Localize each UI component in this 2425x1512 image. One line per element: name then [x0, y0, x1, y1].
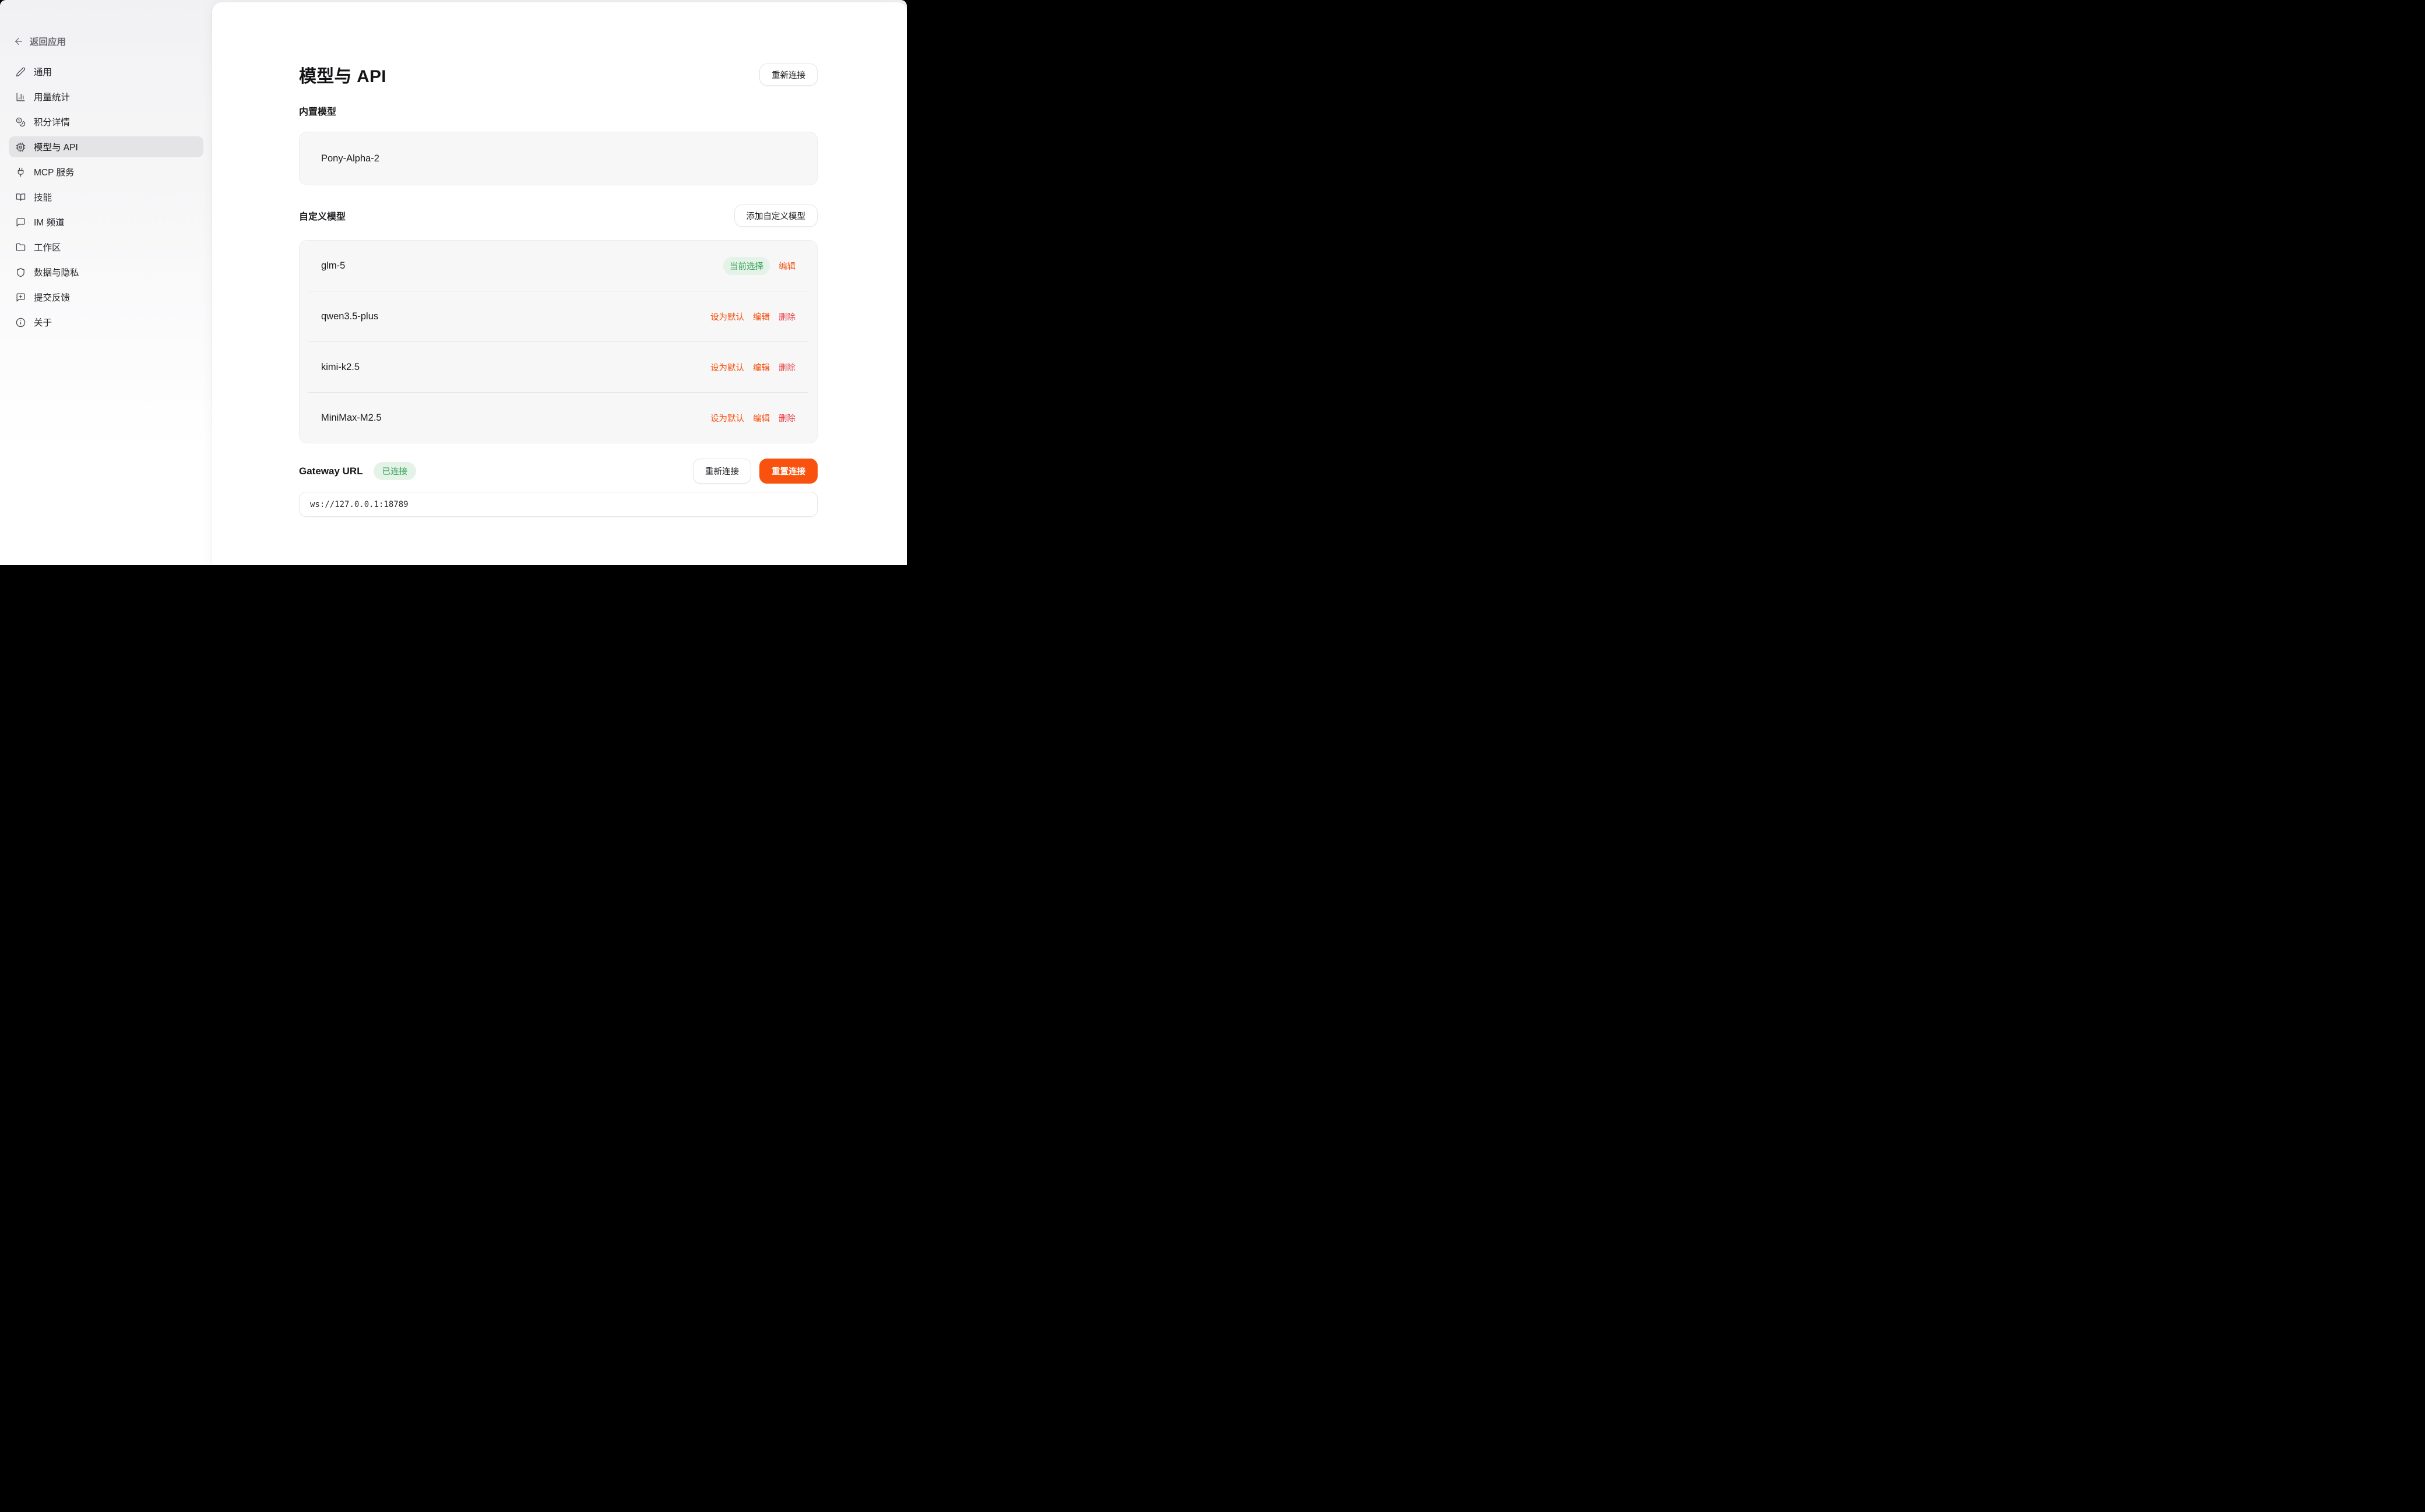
builtin-models-heading: 内置模型	[299, 104, 818, 118]
pencil-icon	[16, 67, 26, 77]
sidebar-nav: 通用 用量统计 积分详情 模型与 API	[9, 61, 203, 333]
sidebar-item-general[interactable]: 通用	[9, 61, 203, 82]
sidebar-item-label: 数据与隐私	[34, 266, 79, 279]
sidebar-item-feedback[interactable]: 提交反馈	[9, 287, 203, 308]
builtin-model-name: Pony-Alpha-2	[321, 153, 379, 164]
sidebar-item-usage-stats[interactable]: 用量统计	[9, 86, 203, 107]
reconnect-button[interactable]: 重新连接	[693, 459, 751, 484]
sidebar-item-label: 用量统计	[34, 90, 70, 103]
sidebar-item-label: MCP 服务	[34, 165, 74, 178]
connected-status-badge: 已连接	[374, 462, 417, 480]
cpu-icon	[16, 142, 26, 152]
message-square-plus-icon	[16, 292, 26, 302]
shield-icon	[16, 267, 26, 277]
sidebar-item-label: 提交反馈	[34, 291, 70, 304]
custom-models-header: 自定义模型 添加自定义模型	[299, 204, 818, 227]
delete-action[interactable]: 删除	[779, 361, 796, 373]
model-name: kimi-k2.5	[321, 362, 360, 373]
info-icon	[16, 318, 26, 327]
back-button[interactable]: 返回应用	[9, 33, 203, 50]
edit-action[interactable]: 编辑	[753, 412, 770, 424]
delete-action[interactable]: 删除	[779, 311, 796, 323]
sidebar-item-label: 积分详情	[34, 115, 70, 128]
current-selection-badge: 当前选择	[723, 257, 770, 275]
sidebar-item-label: 通用	[34, 65, 52, 78]
edit-action[interactable]: 编辑	[753, 361, 770, 373]
sidebar-item-label: 关于	[34, 316, 52, 329]
model-name: MiniMax-M2.5	[321, 413, 382, 424]
page-header: 模型与 API 重新连接	[299, 63, 818, 86]
sidebar-item-label: 技能	[34, 191, 52, 203]
gateway-url-label: Gateway URL	[299, 466, 363, 477]
sidebar-item-credits[interactable]: 积分详情	[9, 111, 203, 132]
delete-action[interactable]: 删除	[779, 412, 796, 424]
set-default-action[interactable]: 设为默认	[710, 361, 744, 373]
main-panel: 模型与 API 重新连接 内置模型 Pony-Alpha-2 自定义模型 添加自…	[212, 2, 907, 565]
builtin-models-card: Pony-Alpha-2	[299, 132, 818, 185]
model-row: qwen3.5-plus 设为默认 编辑 删除	[300, 291, 817, 341]
plug-icon	[16, 167, 26, 177]
settings-window: 返回应用 通用 用量统计 积分详情	[0, 0, 907, 565]
bar-chart-icon	[16, 92, 26, 102]
gateway-section: Gateway URL 已连接 重新连接 重置连接	[299, 459, 818, 484]
reset-connection-button[interactable]: 重置连接	[759, 459, 818, 484]
arrow-left-icon	[13, 36, 24, 47]
sidebar-item-label: IM 频道	[34, 216, 65, 228]
sidebar-item-about[interactable]: 关于	[9, 312, 203, 333]
sidebar-item-mcp[interactable]: MCP 服务	[9, 161, 203, 182]
edit-action[interactable]: 编辑	[779, 260, 796, 272]
coins-icon	[16, 117, 26, 127]
model-row: MiniMax-M2.5 设为默认 编辑 删除	[300, 393, 817, 443]
model-row: kimi-k2.5 设为默认 编辑 删除	[300, 342, 817, 392]
reconnect-button-top[interactable]: 重新连接	[759, 64, 818, 86]
sidebar-item-skills[interactable]: 技能	[9, 186, 203, 207]
folder-icon	[16, 242, 26, 252]
book-open-icon	[16, 192, 26, 202]
gateway-url-input[interactable]	[299, 492, 818, 517]
set-default-action[interactable]: 设为默认	[710, 311, 744, 323]
back-label: 返回应用	[30, 35, 66, 48]
message-square-icon	[16, 217, 26, 227]
custom-models-card: glm-5 当前选择 编辑 qwen3.5-plus 设为默认 编辑 删除	[299, 240, 818, 443]
sidebar-item-workspace[interactable]: 工作区	[9, 237, 203, 258]
page-title: 模型与 API	[299, 62, 386, 87]
sidebar: 返回应用 通用 用量统计 积分详情	[0, 0, 212, 565]
model-row: glm-5 当前选择 编辑	[300, 241, 817, 291]
sidebar-item-im-channels[interactable]: IM 频道	[9, 212, 203, 232]
sidebar-item-label: 工作区	[34, 241, 61, 253]
model-name: qwen3.5-plus	[321, 311, 378, 322]
sidebar-item-models-api[interactable]: 模型与 API	[9, 136, 203, 157]
sidebar-item-label: 模型与 API	[34, 140, 78, 153]
sidebar-item-data-privacy[interactable]: 数据与隐私	[9, 262, 203, 283]
set-default-action[interactable]: 设为默认	[710, 412, 744, 424]
custom-models-heading: 自定义模型	[299, 209, 346, 223]
add-custom-model-button[interactable]: 添加自定义模型	[734, 205, 818, 227]
model-name: glm-5	[321, 260, 345, 272]
edit-action[interactable]: 编辑	[753, 311, 770, 323]
